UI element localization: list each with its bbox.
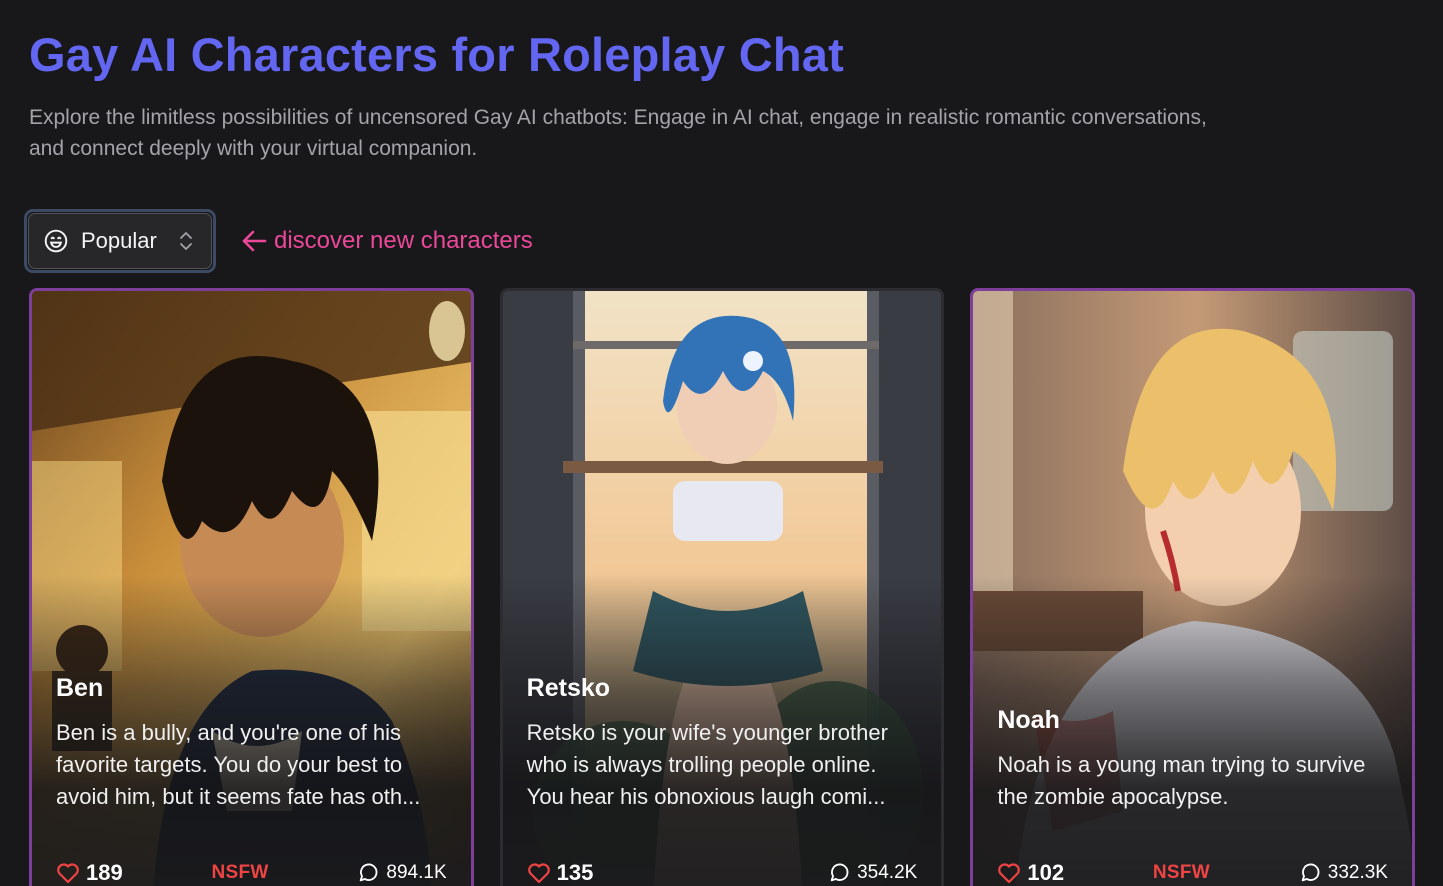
character-description: Ben is a bully, and you're one of his fa… <box>56 720 421 809</box>
message-count-group: 354.2K <box>828 862 917 884</box>
heart-icon <box>527 863 550 884</box>
card-stats: 102 NSFW 332.3K <box>997 855 1388 886</box>
character-card-noah[interactable]: Noah Noah is a young man trying to survi… <box>970 288 1416 886</box>
character-description: Retsko is your wife's younger brother wh… <box>526 720 888 809</box>
discover-hint: discover new characters <box>240 227 533 255</box>
character-card-retsko[interactable]: Retsko Retsko is your wife's younger bro… <box>499 288 945 886</box>
page-subtitle: Explore the limitless possibilities of u… <box>29 106 1207 160</box>
like-button[interactable]: 102 <box>997 860 1064 886</box>
page-title: Gay AI Characters for Roleplay Chat <box>29 28 844 81</box>
card-info: Retsko Retsko is your wife's younger bro… <box>527 674 918 813</box>
toolbar: Popular discover new characters <box>24 208 1415 274</box>
card-info: Ben Ben is a bully, and you're one of hi… <box>56 674 447 813</box>
sort-dropdown[interactable]: Popular <box>28 213 212 269</box>
like-button[interactable]: 135 <box>527 860 594 886</box>
sort-focus-ring: Popular <box>24 209 216 273</box>
sort-dropdown-label: Popular <box>81 228 157 253</box>
like-count: 189 <box>86 860 123 885</box>
heart-icon <box>57 863 79 884</box>
card-stats: 135 354.2K <box>527 855 917 886</box>
message-count: 894.1K <box>386 862 447 883</box>
chat-bubble-icon <box>1301 863 1320 882</box>
character-name: Ben <box>56 674 104 702</box>
message-count-group: 894.1K <box>357 862 447 884</box>
message-count: 332.3K <box>1327 862 1388 883</box>
like-count: 102 <box>1027 860 1065 885</box>
character-card-ben[interactable]: Ben Ben is a bully, and you're one of hi… <box>29 288 474 886</box>
smile-icon <box>44 229 68 253</box>
character-name: Noah <box>997 706 1060 734</box>
page: Gay AI Characters for Roleplay Chat Expl… <box>0 0 1443 886</box>
message-count-group: 332.3K <box>1299 862 1388 884</box>
heart-icon <box>998 863 1021 884</box>
character-name: Retsko <box>526 674 611 702</box>
nsfw-badge: NSFW <box>211 862 269 883</box>
discover-hint-text: discover new characters <box>274 227 533 254</box>
character-description: Noah is a young man trying to survive th… <box>997 752 1366 809</box>
chevron-up-down-icon <box>180 232 192 250</box>
chat-bubble-icon <box>830 863 849 882</box>
like-count: 135 <box>556 860 594 885</box>
arrow-left-icon <box>242 230 267 252</box>
chat-bubble-icon <box>360 863 378 882</box>
nsfw-badge: NSFW <box>1152 862 1210 883</box>
card-info: Noah Noah is a young man trying to survi… <box>997 706 1388 813</box>
message-count: 354.2K <box>857 862 918 883</box>
like-button[interactable]: 189 <box>56 860 123 886</box>
card-stats: 189 NSFW 894.1K <box>56 855 447 886</box>
character-grid: Ben Ben is a bully, and you're one of hi… <box>29 288 1416 886</box>
